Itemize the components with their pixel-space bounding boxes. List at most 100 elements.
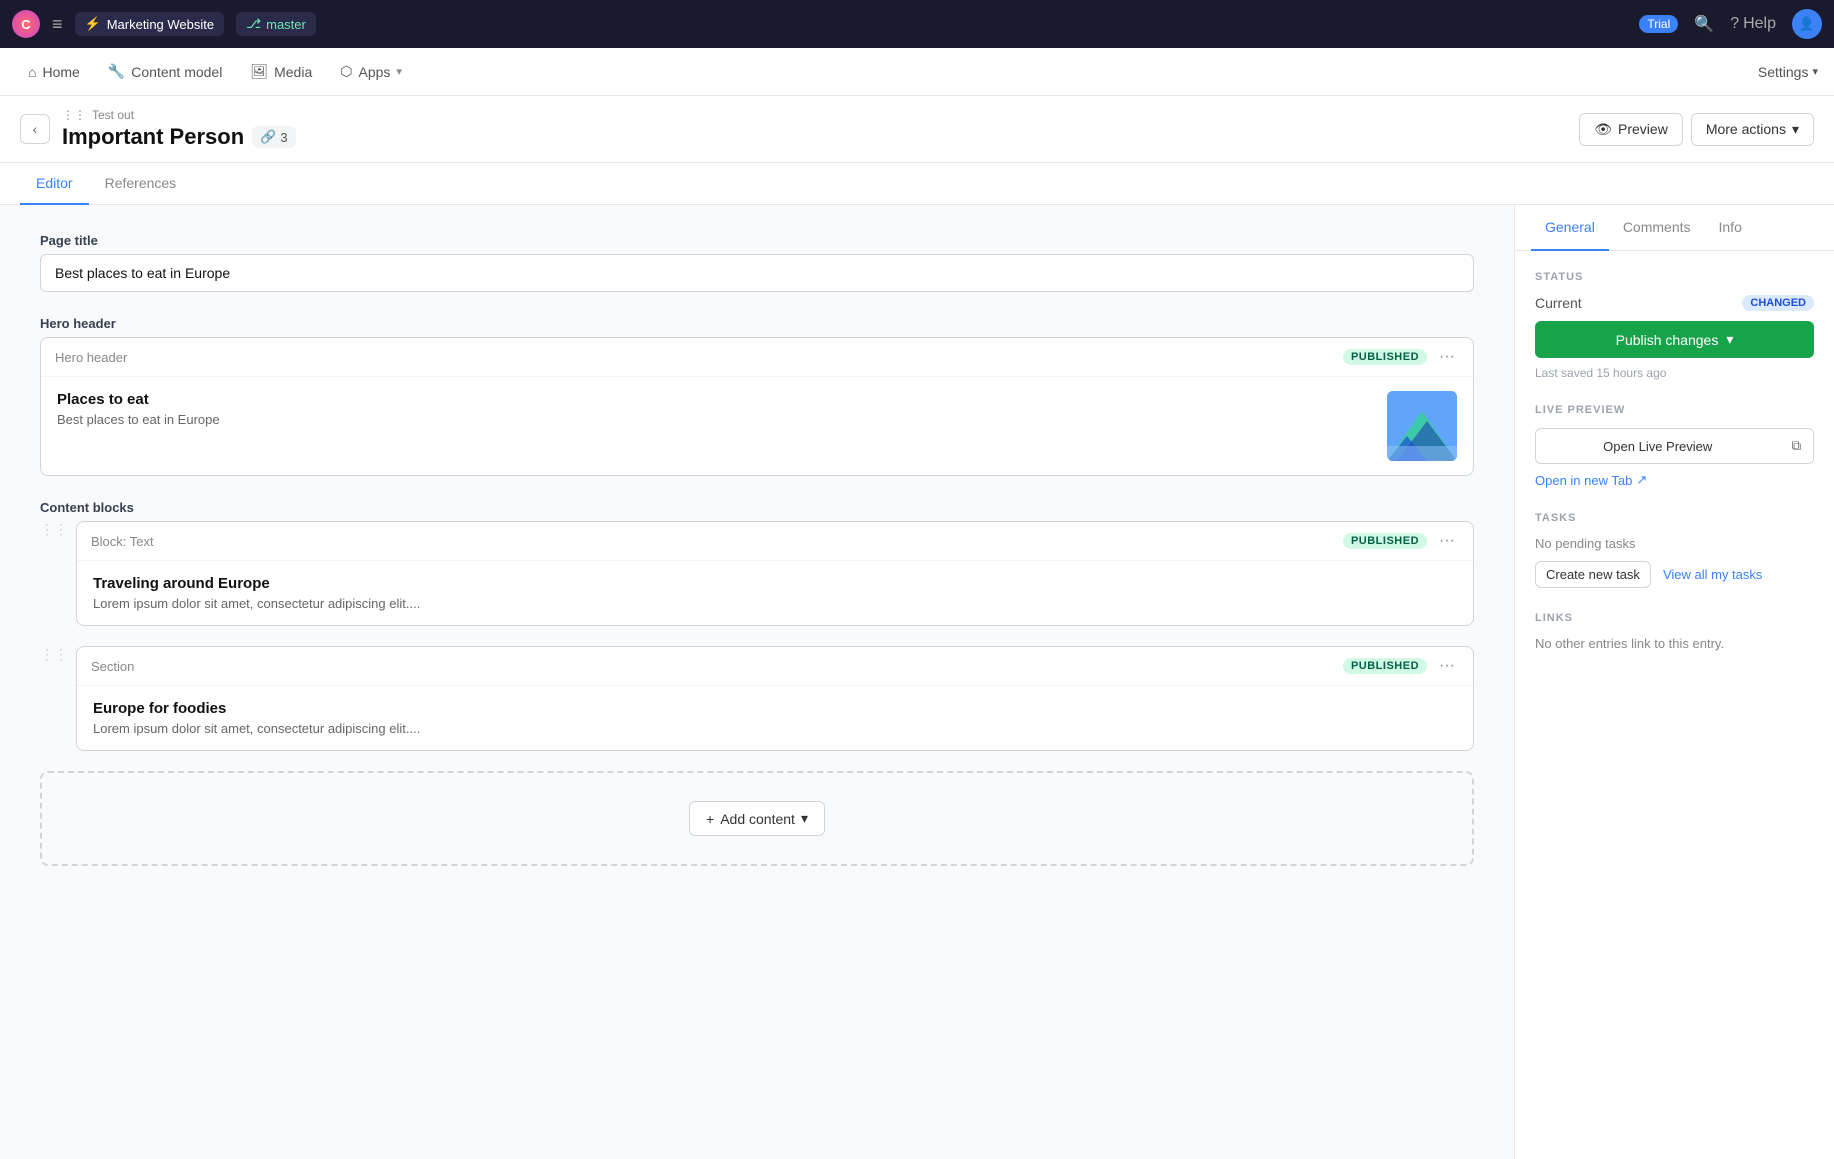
open-in-tab-button[interactable]: Open in new Tab ↗	[1535, 472, 1647, 488]
drag-handle-1[interactable]: ⋮⋮	[40, 646, 68, 663]
branch-selector[interactable]: ⎇ master	[236, 12, 316, 36]
publish-button[interactable]: Publish changes ▾	[1535, 321, 1814, 358]
project-name: Marketing Website	[107, 17, 214, 32]
more-actions-button[interactable]: More actions ▾	[1691, 113, 1814, 146]
nav-media[interactable]: 🖼 Media	[238, 57, 324, 86]
sidebar-tab-info[interactable]: Info	[1705, 205, 1756, 251]
settings-label: Settings	[1758, 64, 1809, 80]
open-live-preview-label: Open Live Preview	[1603, 439, 1712, 454]
sidebar: General Comments Info STATUS Current CHA…	[1514, 205, 1834, 1159]
entry-info: ⋮⋮ Test out Important Person 🔗 3	[62, 108, 1567, 150]
second-nav: ⌂ Home 🔧 Content model 🖼 Media ⬡ Apps ▾ …	[0, 48, 1834, 96]
entry-title: Important Person	[62, 124, 244, 150]
no-links-text: No other entries link to this entry.	[1535, 636, 1814, 651]
open-in-tab-label: Open in new Tab	[1535, 473, 1632, 488]
block-1-desc: Lorem ipsum dolor sit amet, consectetur …	[93, 721, 1457, 736]
hero-header-label: Hero header	[40, 316, 1474, 331]
hero-header-field: Hero header Hero header PUBLISHED ··· Pl…	[40, 316, 1474, 476]
hero-header-image	[1387, 391, 1457, 461]
top-nav: C ≡ ⚡ Marketing Website ⎇ master Trial 🔍…	[0, 0, 1834, 48]
entry-actions: 👁 Preview More actions ▾	[1579, 113, 1814, 146]
links-section: LINKS No other entries link to this entr…	[1535, 612, 1814, 651]
live-preview-section-title: LIVE PREVIEW	[1535, 404, 1814, 416]
block-card-0: Block: Text PUBLISHED ··· Traveling arou…	[76, 521, 1474, 626]
publish-chevron-icon: ▾	[1726, 331, 1733, 348]
block-1-title: Europe for foodies	[93, 700, 1457, 717]
sidebar-content: STATUS Current CHANGED Publish changes ▾…	[1515, 251, 1834, 695]
nav-content-model[interactable]: 🔧 Content model	[96, 57, 235, 86]
hero-header-block-name: Hero header	[55, 350, 1343, 365]
block-0-name: Block: Text	[91, 534, 1343, 549]
add-content-button[interactable]: + Add content ▾	[689, 801, 825, 836]
hero-header-published-badge: PUBLISHED	[1343, 349, 1427, 365]
sidebar-tab-general[interactable]: General	[1531, 205, 1609, 251]
page-title-input[interactable]	[40, 254, 1474, 292]
more-actions-chevron-icon: ▾	[1792, 121, 1799, 138]
block-row-0: ⋮⋮ Block: Text PUBLISHED ··· Traveling a…	[40, 521, 1474, 638]
help-button[interactable]: ? Help	[1730, 15, 1776, 33]
preview-label: Preview	[1618, 121, 1668, 137]
block-0-menu-button[interactable]: ···	[1435, 532, 1459, 550]
block-1-content: Europe for foodies Lorem ipsum dolor sit…	[93, 700, 1457, 736]
block-1-menu-button[interactable]: ···	[1435, 657, 1459, 675]
preview-button[interactable]: 👁 Preview	[1579, 113, 1683, 146]
sidebar-tab-comments[interactable]: Comments	[1609, 205, 1705, 251]
block-0-status: PUBLISHED	[1343, 533, 1427, 549]
open-preview-row: Open Live Preview ⧉	[1535, 428, 1814, 464]
hero-header-content: Places to eat Best places to eat in Euro…	[57, 391, 1371, 427]
ref-count: 3	[280, 130, 287, 145]
settings-button[interactable]: Settings ▾	[1758, 64, 1818, 80]
tab-references[interactable]: References	[89, 163, 193, 205]
links-section-title: LINKS	[1535, 612, 1814, 624]
trial-badge[interactable]: Trial	[1639, 15, 1678, 33]
tasks-actions: Create new task View all my tasks	[1535, 561, 1814, 588]
live-preview-section: LIVE PREVIEW Open Live Preview ⧉ Open in…	[1535, 404, 1814, 488]
drag-handle-0[interactable]: ⋮⋮	[40, 521, 68, 538]
status-current-label: Current	[1535, 295, 1582, 311]
home-icon: ⌂	[28, 64, 36, 80]
tab-editor[interactable]: Editor	[20, 163, 89, 205]
block-0-header: Block: Text PUBLISHED ···	[77, 522, 1473, 561]
block-0-body: Traveling around Europe Lorem ipsum dolo…	[77, 561, 1473, 625]
branch-name: master	[266, 17, 306, 32]
help-label: Help	[1743, 15, 1776, 33]
nav-apps[interactable]: ⬡ Apps ▾	[328, 57, 414, 86]
hero-header-card-body: Places to eat Best places to eat in Euro…	[41, 377, 1473, 475]
back-button[interactable]: ‹	[20, 114, 50, 144]
changed-badge: CHANGED	[1742, 295, 1814, 311]
create-task-button[interactable]: Create new task	[1535, 561, 1651, 588]
add-content-label: Add content	[720, 811, 795, 827]
project-selector[interactable]: ⚡ Marketing Website	[75, 12, 225, 36]
preview-icon: 👁	[1594, 121, 1612, 138]
status-section: STATUS Current CHANGED Publish changes ▾…	[1535, 271, 1814, 380]
link-icon: 🔗	[260, 129, 276, 145]
block-0-desc: Lorem ipsum dolor sit amet, consectetur …	[93, 596, 1457, 611]
add-content-area: + Add content ▾	[40, 771, 1474, 866]
apps-icon: ⬡	[340, 63, 352, 80]
nav-home[interactable]: ⌂ Home	[16, 58, 92, 86]
hero-header-menu-button[interactable]: ···	[1435, 348, 1459, 366]
copy-icon: ⧉	[1791, 438, 1801, 453]
user-avatar[interactable]: 👤	[1792, 9, 1822, 39]
app-logo: C	[12, 10, 40, 38]
search-button[interactable]: 🔍	[1694, 14, 1714, 34]
view-all-tasks-button[interactable]: View all my tasks	[1663, 567, 1762, 582]
menu-icon[interactable]: ≡	[52, 14, 63, 35]
breadcrumb-icon: ⋮⋮	[62, 108, 86, 122]
nav-media-label: Media	[274, 64, 312, 80]
copy-preview-link-button[interactable]: ⧉	[1779, 429, 1813, 463]
no-pending-tasks-text: No pending tasks	[1535, 536, 1814, 551]
content-model-icon: 🔧	[108, 63, 125, 80]
nav-content-model-label: Content model	[131, 64, 222, 80]
block-1-body: Europe for foodies Lorem ipsum dolor sit…	[77, 686, 1473, 750]
entry-title-row: Important Person 🔗 3	[62, 124, 1567, 150]
open-live-preview-button[interactable]: Open Live Preview	[1536, 430, 1779, 463]
add-content-chevron-icon: ▾	[801, 810, 808, 827]
hero-header-title: Places to eat	[57, 391, 1371, 408]
hero-header-card-header: Hero header PUBLISHED ···	[41, 338, 1473, 377]
content-blocks-wrapper: ⋮⋮ Block: Text PUBLISHED ··· Traveling a…	[40, 521, 1474, 866]
ref-badge[interactable]: 🔗 3	[252, 126, 295, 148]
page-title-field: Page title	[40, 233, 1474, 292]
content-blocks-field: Content blocks ⋮⋮ Block: Text PUBLISHED …	[40, 500, 1474, 866]
external-link-icon: ↗	[1636, 472, 1647, 488]
